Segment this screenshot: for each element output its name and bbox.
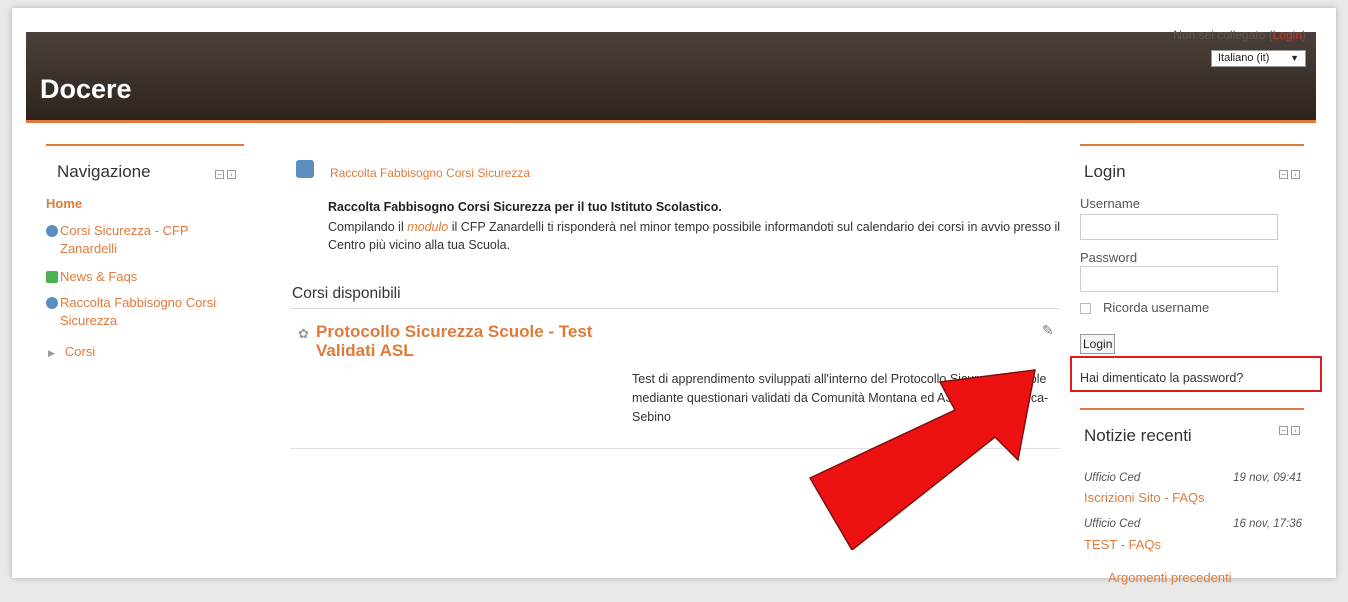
- section-divider: [290, 308, 1060, 309]
- site-header: Non sei collegato (Login) Italiano (it) …: [26, 28, 1316, 123]
- module-word-link[interactable]: modulo: [407, 220, 448, 234]
- news-date: 19 nov, 09:41: [1233, 472, 1302, 484]
- nav-item-news-faqs[interactable]: News & Faqs: [46, 268, 236, 286]
- news-block: Notizie recenti − ‹ Ufficio Ced 19 nov, …: [1080, 408, 1304, 585]
- navigation-title: Navigazione: [57, 162, 151, 181]
- username-label: Username: [1080, 196, 1140, 211]
- expand-arrow-icon: ▶: [48, 348, 55, 358]
- remember-checkbox[interactable]: [1080, 303, 1091, 315]
- remember-username[interactable]: Ricorda username: [1080, 300, 1209, 315]
- minimize-icon[interactable]: −: [1279, 426, 1288, 435]
- block-controls: − ‹: [1279, 426, 1300, 435]
- block-controls: − ‹: [1279, 170, 1300, 179]
- annotation-arrow-icon: [808, 369, 1036, 550]
- news-link[interactable]: Iscrizioni Sito - FAQs: [1084, 490, 1205, 505]
- chevron-down-icon: ▼: [1290, 53, 1299, 63]
- course-title-link[interactable]: Protocollo Sicurezza Scuole - Test Valid…: [316, 322, 636, 360]
- minimize-icon[interactable]: −: [215, 170, 224, 179]
- nav-item-label: Raccolta Fabbisogno Corsi Sicurezza: [60, 295, 217, 328]
- nav-item-raccolta[interactable]: Raccolta Fabbisogno Corsi Sicurezza: [46, 294, 244, 330]
- news-meta: Ufficio Ced 16 nov, 17:36: [1084, 518, 1302, 530]
- nav-tree-corsi[interactable]: ▶ Corsi: [48, 344, 95, 359]
- dock-icon[interactable]: ‹: [227, 170, 236, 179]
- login-info-text: Non sei collegato: [1173, 28, 1266, 42]
- highlight-box: [1070, 356, 1322, 392]
- news-meta: Ufficio Ced 19 nov, 09:41: [1084, 472, 1302, 484]
- description-heading: Raccolta Fabbisogno Corsi Sicurezza per …: [328, 200, 722, 214]
- news-author: Ufficio Ced: [1084, 472, 1141, 484]
- login-button[interactable]: Login: [1080, 334, 1116, 354]
- password-label: Password: [1080, 250, 1138, 265]
- desc-prefix: Compilando il: [328, 220, 408, 234]
- nav-home-link[interactable]: Home: [46, 196, 82, 211]
- minimize-icon[interactable]: −: [1279, 170, 1288, 179]
- login-block: Login − ‹ Username Password Ricorda user…: [1080, 144, 1304, 385]
- dock-icon[interactable]: ‹: [1291, 170, 1300, 179]
- older-topics-link[interactable]: Argomenti precedenti: [1108, 570, 1232, 585]
- section-heading: Corsi disponibili: [292, 285, 401, 302]
- nav-tree-label: Corsi: [64, 344, 96, 359]
- course-icon: ✿: [298, 326, 309, 341]
- language-select-value: Italiano (it): [1218, 52, 1270, 64]
- edit-icon[interactable]: ✎: [1042, 322, 1054, 339]
- news-title: Notizie recenti: [1084, 426, 1192, 445]
- navigation-block: Navigazione − ‹ Home Corsi Sicurezza - C…: [46, 144, 244, 359]
- password-field[interactable]: [1080, 266, 1278, 292]
- globe-icon: [46, 225, 58, 237]
- forum-icon: [46, 271, 58, 283]
- login-info: Non sei collegato (Login): [1173, 28, 1306, 42]
- site-title[interactable]: Docere: [40, 74, 132, 105]
- dock-icon[interactable]: ‹: [1291, 426, 1300, 435]
- news-link[interactable]: TEST - FAQs: [1084, 537, 1161, 552]
- module-icon: [296, 160, 314, 178]
- username-field[interactable]: [1080, 214, 1278, 240]
- nav-item-label: News & Faqs: [60, 269, 138, 284]
- block-controls: − ‹: [215, 170, 236, 179]
- description-heading-text: Raccolta Fabbisogno Corsi Sicurezza per …: [328, 200, 719, 214]
- nav-item-label: Corsi Sicurezza - CFP Zanardelli: [60, 223, 189, 256]
- login-title: Login: [1084, 162, 1126, 181]
- globe-icon: [46, 297, 58, 309]
- description-text: Compilando il modulo il CFP Zanardelli t…: [328, 218, 1068, 254]
- news-author: Ufficio Ced: [1084, 518, 1141, 530]
- module-link[interactable]: Raccolta Fabbisogno Corsi Sicurezza: [330, 166, 530, 180]
- language-select[interactable]: Italiano (it) ▼: [1211, 50, 1306, 67]
- login-info-link[interactable]: Login: [1273, 28, 1302, 42]
- news-date: 16 nov, 17:36: [1233, 518, 1302, 530]
- nav-item-corsi-sicurezza[interactable]: Corsi Sicurezza - CFP Zanardelli: [46, 222, 236, 258]
- remember-label: Ricorda username: [1103, 300, 1210, 315]
